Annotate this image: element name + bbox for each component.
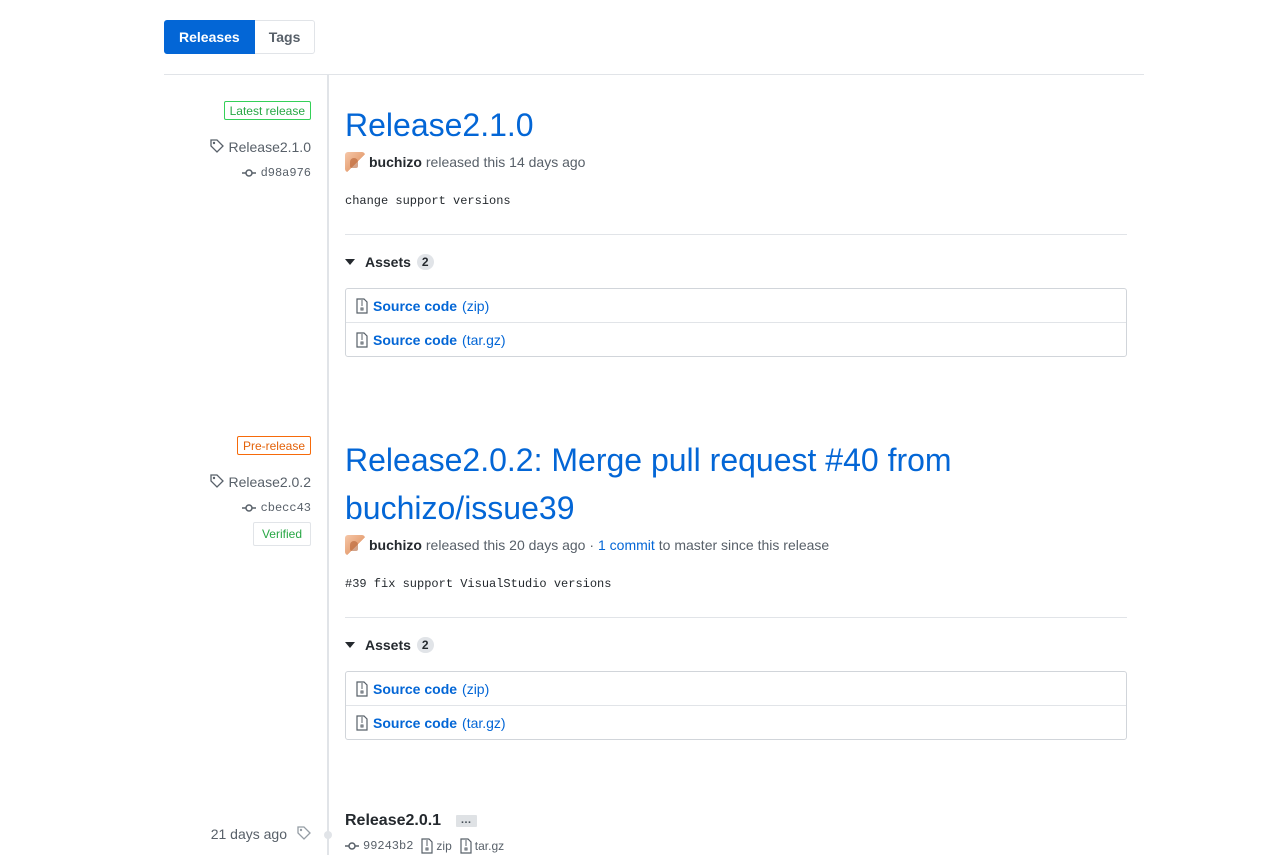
assets-count: 2	[416, 254, 434, 270]
assets-count: 2	[416, 637, 434, 653]
commit-icon	[241, 169, 256, 177]
commit-icon	[345, 842, 359, 850]
author-link[interactable]: buchizo	[369, 154, 422, 170]
avatar[interactable]	[345, 535, 365, 555]
commits-since-link[interactable]: 1 commit	[598, 537, 655, 553]
asset-name: Source code	[373, 331, 458, 348]
asset-name: Source code	[373, 297, 458, 314]
asset-ext: (tar.gz)	[462, 714, 506, 731]
release-1: Release2.1.0 buchizo released this 14 da…	[345, 101, 1127, 357]
author-link[interactable]: buchizo	[369, 537, 422, 553]
divider	[345, 234, 1127, 235]
asset-ext: (zip)	[462, 680, 490, 697]
asset-item[interactable]: Source code (zip)	[346, 289, 1126, 322]
release-description: #39 fix support VisualStudio versions	[345, 577, 612, 591]
commit-sha: d98a976	[260, 166, 311, 180]
triangle-down-icon	[345, 259, 355, 265]
assets-list: Source code (zip) Source code (tar.gz)	[345, 288, 1127, 357]
commit-link[interactable]: d98a976	[241, 166, 311, 180]
release-tabs: Releases Tags	[164, 20, 316, 54]
tag-icon	[297, 826, 311, 840]
expand-ellipsis-button[interactable]: …	[455, 814, 477, 827]
asset-ext: (zip)	[462, 297, 490, 314]
divider	[345, 617, 1127, 618]
release-tag-link[interactable]: Release2.1.0	[210, 139, 311, 155]
released-text: released this 14 days ago	[425, 154, 586, 170]
avatar[interactable]	[345, 152, 365, 172]
asset-name: Source code	[373, 680, 458, 697]
release-tag-link[interactable]: Release2.0.2	[210, 474, 311, 490]
asset-ext: (tar.gz)	[462, 331, 506, 348]
assets-label: Assets	[365, 637, 411, 653]
triangle-down-icon	[345, 642, 355, 648]
tag-icon	[210, 139, 225, 153]
tag-name: Release2.1.0	[228, 139, 311, 155]
asset-name: Source code	[373, 714, 458, 731]
assets-label: Assets	[365, 254, 411, 270]
commit-sha: cbecc43	[260, 501, 311, 515]
targz-label: tar.gz	[474, 839, 505, 853]
verified-badge[interactable]: Verified	[252, 522, 311, 546]
tag-age: 21 days ago	[210, 826, 287, 842]
commit-link[interactable]: 99243b2	[345, 839, 413, 853]
assets-toggle[interactable]: Assets 2	[345, 637, 985, 653]
asset-item[interactable]: Source code (tar.gz)	[346, 322, 1126, 356]
tag-entry-meta: 21 days ago	[211, 826, 311, 842]
file-zip-icon	[356, 714, 368, 731]
tag-entry: Release2.0.1 … 99243b2 zip tar.gz	[345, 812, 504, 854]
commit-icon	[241, 504, 256, 512]
commit-sha: 99243b2	[363, 839, 414, 853]
tag-title[interactable]: Release2.0.1	[345, 812, 441, 829]
assets-list: Source code (zip) Source code (tar.gz)	[345, 671, 1127, 740]
asset-item[interactable]: Source code (tar.gz)	[346, 705, 1126, 739]
release-byline: buchizo released this 14 days ago	[345, 152, 1127, 172]
latest-release-badge: Latest release	[223, 101, 311, 120]
release-title[interactable]: Release2.1.0	[345, 101, 1127, 149]
tab-tags[interactable]: Tags	[254, 20, 316, 54]
zip-label: zip	[436, 839, 452, 853]
release-byline: buchizo released this 20 days ago · 1 co…	[345, 535, 985, 555]
commit-link[interactable]: cbecc43	[241, 501, 311, 515]
asset-item[interactable]: Source code (zip)	[346, 672, 1126, 705]
file-zip-icon	[356, 297, 368, 314]
released-text: released this 20 days ago ·	[425, 537, 594, 553]
release-description: change support versions	[345, 194, 511, 208]
file-zip-icon	[356, 680, 368, 697]
assets-toggle[interactable]: Assets 2	[345, 254, 1127, 270]
pre-release-badge: Pre-release	[236, 436, 311, 455]
since-text: to master since this release	[658, 537, 830, 553]
release-title[interactable]: Release2.0.2: Merge pull request #40 fro…	[345, 436, 985, 532]
release-2: Release2.0.2: Merge pull request #40 fro…	[345, 436, 1127, 740]
timeline-line	[327, 75, 329, 855]
divider	[164, 74, 1144, 75]
tab-releases[interactable]: Releases	[164, 20, 255, 54]
tag-icon	[210, 474, 225, 488]
tag-name: Release2.0.2	[228, 474, 311, 490]
timeline-dot	[324, 831, 332, 839]
file-zip-icon	[356, 331, 368, 348]
